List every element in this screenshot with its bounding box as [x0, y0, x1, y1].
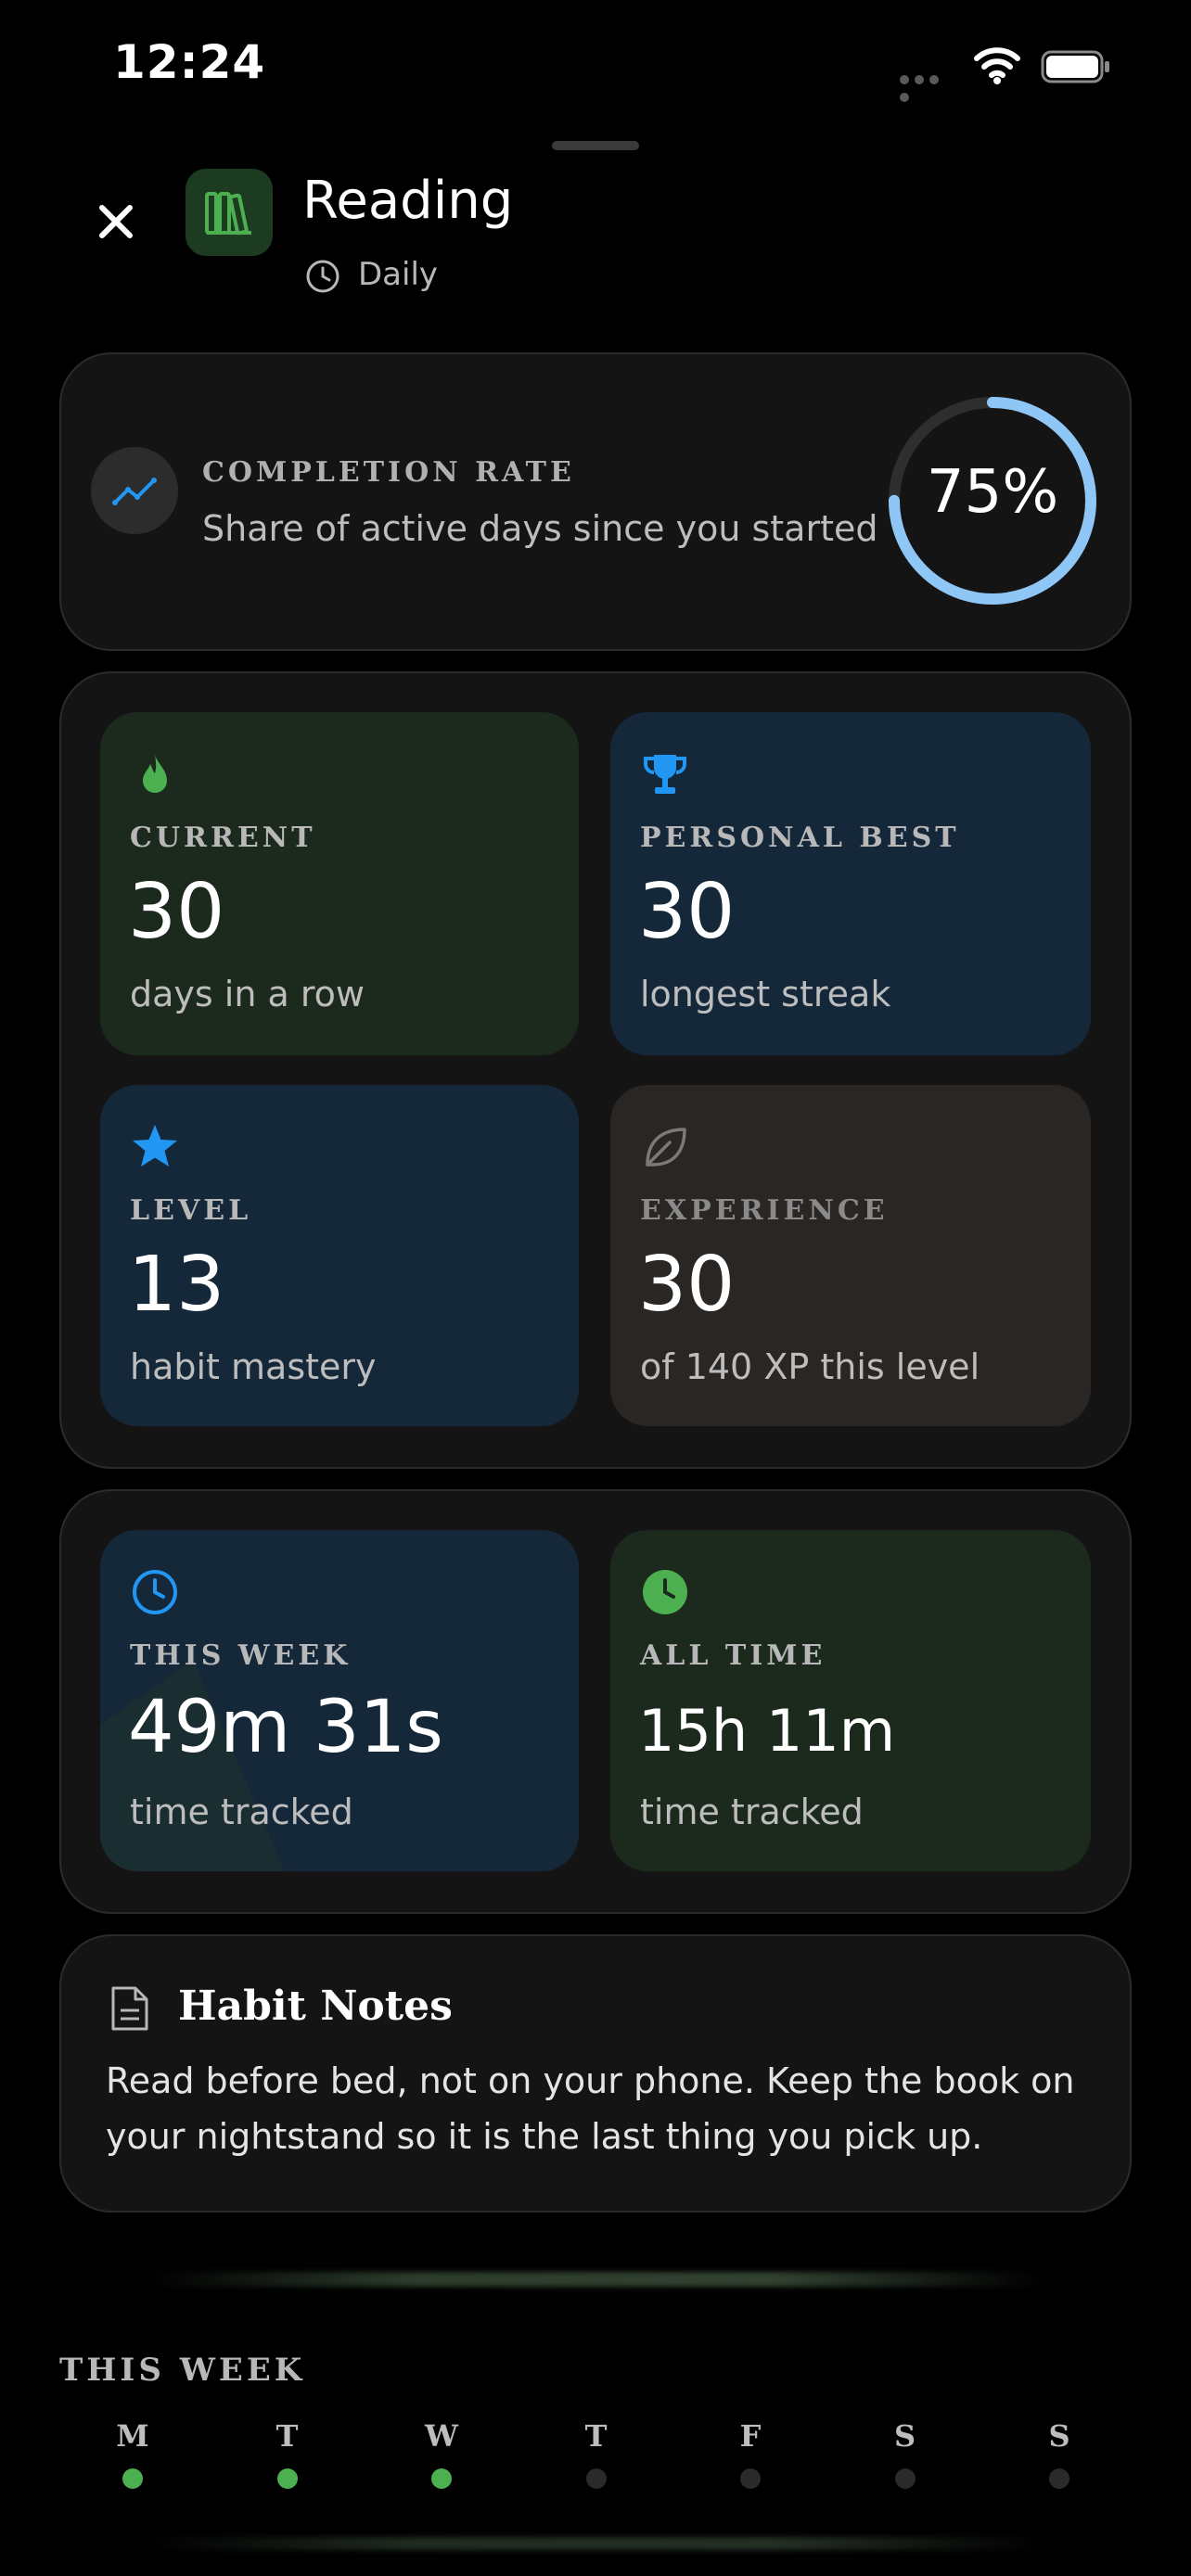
week-day-label: T: [275, 2418, 299, 2454]
flame-icon: [143, 755, 167, 793]
stat-subtitle: longest streak: [640, 974, 891, 1014]
stat-tile-current[interactable]: CURRENT 30 days in a row: [100, 712, 579, 1055]
stat-value: 30: [638, 868, 736, 956]
habit-frequency: Daily: [358, 256, 439, 293]
clock-outline-icon: [133, 1570, 177, 1614]
time-value: 49m 31s: [128, 1686, 443, 1769]
stat-value: 30: [638, 1241, 736, 1329]
week-day-dot-done[interactable]: [431, 2468, 452, 2489]
time-value: 15h 11m: [638, 1697, 896, 1765]
trophy-icon: [644, 755, 686, 794]
completion-percent: 75%: [926, 458, 1059, 527]
stat-tile-level[interactable]: LEVEL 13 habit mastery: [100, 1085, 579, 1426]
stat-label: LEVEL: [130, 1194, 252, 1227]
stat-subtitle: habit mastery: [130, 1346, 377, 1387]
star-icon: [133, 1125, 177, 1167]
notes-title: Habit Notes: [178, 1983, 453, 2030]
time-subtitle: time tracked: [130, 1792, 353, 1832]
week-day-label: F: [739, 2418, 762, 2454]
battery-icon: [1041, 50, 1109, 83]
time-tile-all-time[interactable]: ALL TIME 15h 11m time tracked: [610, 1530, 1091, 1871]
week-day-dot-empty[interactable]: [894, 2468, 916, 2489]
week-day-label: T: [584, 2418, 608, 2454]
stat-label: EXPERIENCE: [640, 1194, 889, 1227]
week-day-dot-done[interactable]: [276, 2468, 298, 2489]
stat-value: 30: [128, 868, 225, 956]
stat-subtitle: days in a row: [130, 974, 365, 1014]
week-day-label: S: [1048, 2418, 1070, 2454]
time-subtitle: time tracked: [640, 1792, 864, 1832]
trend-chart-icon: [91, 447, 178, 534]
divider-glow-bottom: [148, 2537, 1043, 2550]
notes-body: Read before bed, not on your phone. Keep…: [106, 2060, 1075, 2157]
wifi-icon: [974, 47, 1020, 84]
books-icon: [186, 169, 273, 256]
habit-title: Reading: [302, 171, 514, 231]
week-title: THIS WEEK: [59, 2352, 306, 2389]
week-day-label: W: [425, 2418, 458, 2454]
stat-label: CURRENT: [130, 822, 316, 854]
week-day-label: M: [116, 2418, 149, 2454]
week-day-dot-empty[interactable]: [585, 2468, 607, 2489]
stat-tile-experience[interactable]: EXPERIENCE 30 of 140 XP this level: [610, 1085, 1091, 1426]
cellular-signal-icon: [900, 70, 957, 102]
week-day-dot-done[interactable]: [122, 2468, 143, 2489]
completion-label: COMPLETION RATE: [202, 456, 575, 489]
week-day-dot-empty[interactable]: [740, 2468, 761, 2489]
sheet-grabber[interactable]: [552, 141, 639, 150]
stat-value: 13: [128, 1241, 225, 1329]
time-tile-this-week[interactable]: THIS WEEK 49m 31s time tracked: [100, 1530, 579, 1871]
time-label: THIS WEEK: [130, 1639, 352, 1672]
clock-filled-icon: [643, 1570, 687, 1614]
week-day-label: S: [893, 2418, 916, 2454]
divider-glow: [148, 2272, 1043, 2287]
status-time: 12:24: [113, 35, 266, 89]
stat-label: PERSONAL BEST: [640, 822, 960, 854]
leaf-icon: [646, 1128, 686, 1167]
document-icon: [111, 1986, 148, 2031]
time-label: ALL TIME: [640, 1639, 826, 1672]
stat-tile-personal-best[interactable]: PERSONAL BEST 30 longest streak: [610, 712, 1091, 1055]
close-icon[interactable]: [93, 198, 139, 245]
clock-icon: [306, 260, 339, 293]
stat-subtitle: of 140 XP this level: [640, 1346, 980, 1387]
week-day-dot-empty[interactable]: [1049, 2468, 1069, 2489]
completion-description: Share of active days since you started: [202, 508, 878, 549]
